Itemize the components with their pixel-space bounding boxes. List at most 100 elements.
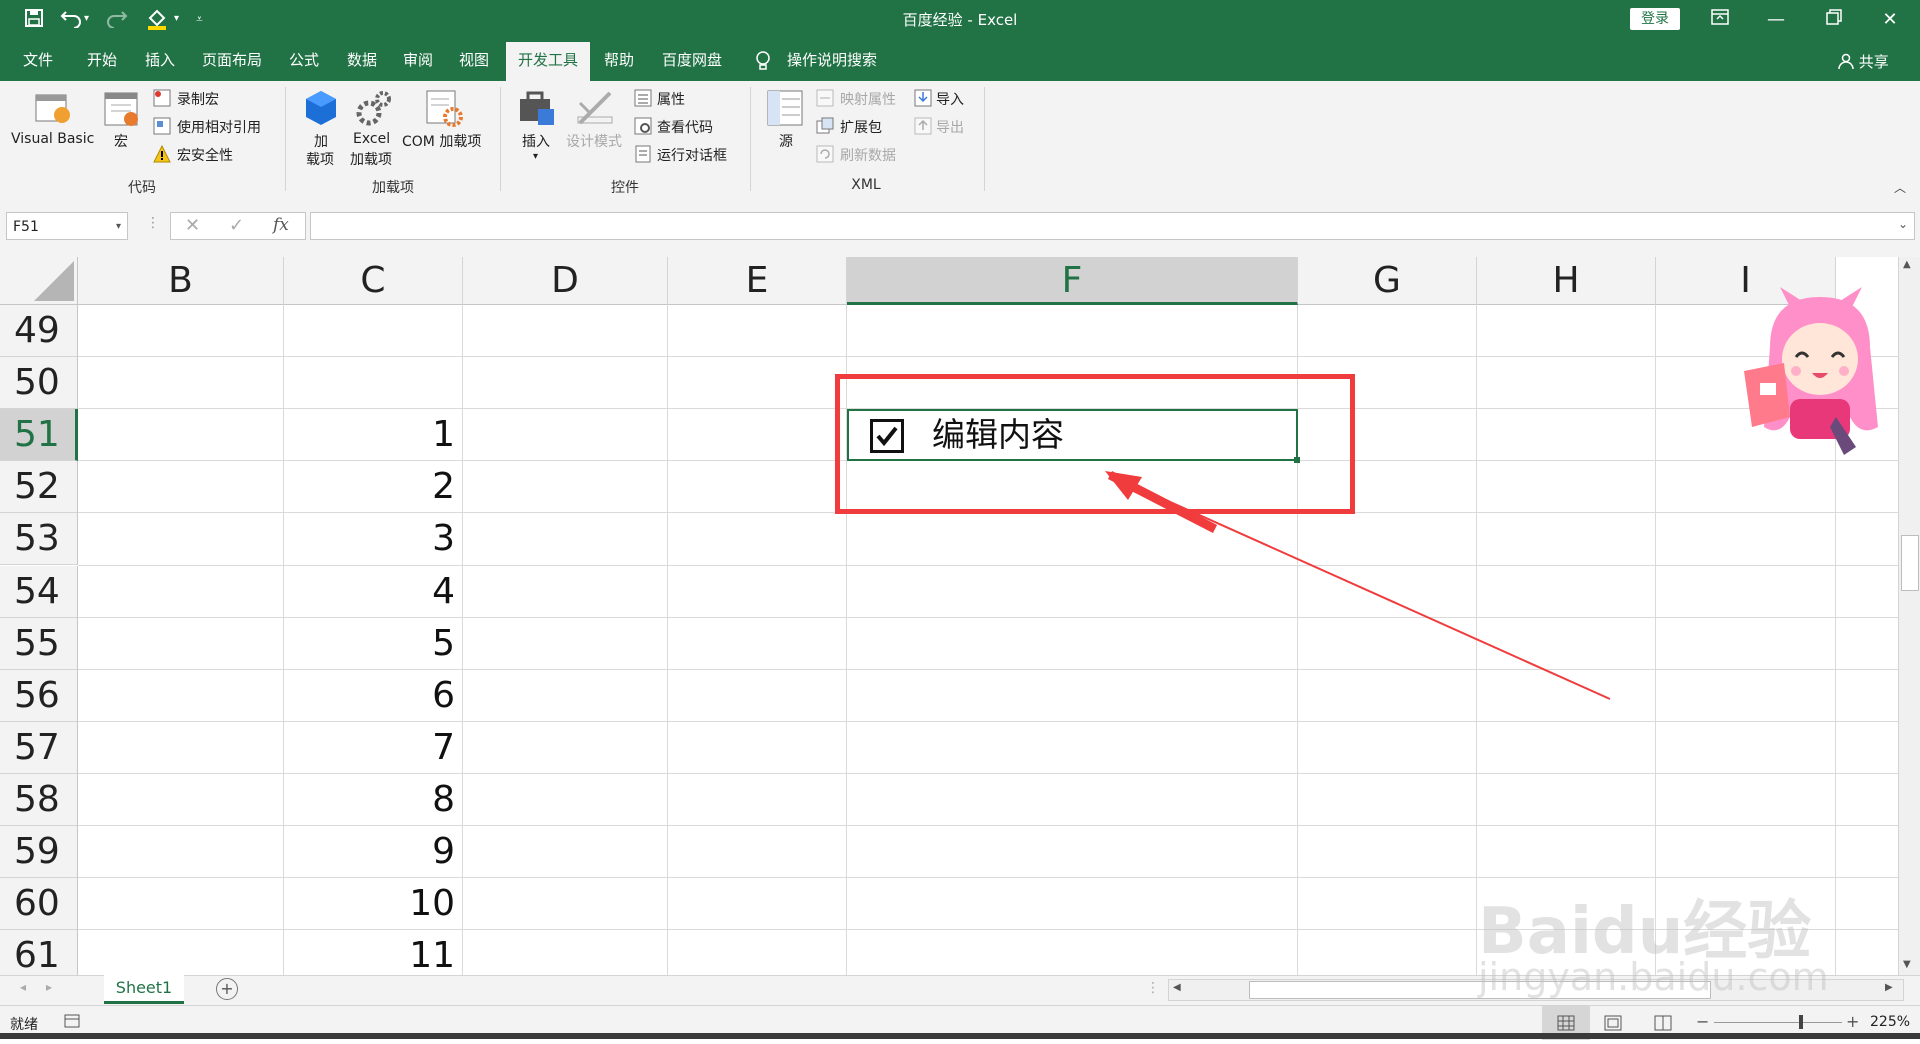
zoom-out-icon[interactable]: −	[1696, 1012, 1709, 1031]
refresh-data-label[interactable]: 刷新数据	[840, 145, 896, 165]
add-ins-icon[interactable]	[302, 89, 340, 127]
more-options-icon[interactable]: ⋮	[146, 215, 160, 231]
minimize-icon[interactable]: —	[1756, 6, 1796, 34]
scroll-right-icon[interactable]: ▶	[1885, 982, 1893, 993]
macro-security-label[interactable]: 宏安全性	[177, 145, 233, 165]
sheet-scroll-left-icon[interactable]: ◂	[20, 980, 26, 994]
scroll-left-icon[interactable]: ◀	[1173, 982, 1181, 993]
confirm-entry-icon[interactable]: ✓	[229, 215, 244, 236]
name-box-dropdown-icon[interactable]: ▾	[116, 213, 121, 241]
macros-icon[interactable]	[103, 91, 141, 129]
properties-icon[interactable]	[634, 89, 652, 107]
properties-label[interactable]: 属性	[657, 89, 685, 109]
formula-bar: F51 ▾ ⋮ ✕ ✓ fx ⌄	[0, 197, 1920, 257]
record-macro-icon[interactable]	[153, 89, 171, 107]
import-label[interactable]: 导入	[936, 89, 964, 109]
add-ins-label-1[interactable]: 加	[314, 131, 328, 151]
export-label[interactable]: 导出	[936, 117, 964, 137]
xml-source-icon[interactable]	[766, 89, 804, 127]
ribbon-tab-bar: 文件 开始 插入 页面布局 公式 数据 审阅 视图 开发工具 帮助 百度网盘 操…	[0, 40, 1920, 81]
warning-icon[interactable]	[153, 144, 171, 163]
login-button[interactable]: 登录	[1630, 8, 1680, 30]
expansion-packs-label[interactable]: 扩展包	[840, 117, 882, 137]
xml-source-label[interactable]: 源	[779, 131, 793, 151]
macros-label[interactable]: 宏	[114, 131, 128, 151]
add-ins-label-2[interactable]: 载项	[306, 149, 334, 169]
scroll-up-icon[interactable]: ▲	[1903, 259, 1911, 270]
tab-insert[interactable]: 插入	[134, 40, 186, 81]
tab-view[interactable]: 视图	[448, 40, 500, 81]
sheet-tab-sheet1[interactable]: Sheet1	[104, 975, 184, 1004]
zoom-in-icon[interactable]: +	[1846, 1012, 1859, 1031]
splitter-icon[interactable]: ⋮	[1146, 980, 1160, 996]
lightbulb-icon	[748, 40, 778, 81]
tab-help[interactable]: 帮助	[594, 40, 644, 81]
close-icon[interactable]: ✕	[1870, 6, 1910, 34]
formula-buttons: ✕ ✓ fx	[170, 212, 306, 240]
run-dialog-icon[interactable]	[634, 145, 652, 163]
view-code-icon[interactable]	[634, 117, 652, 135]
tab-formulas[interactable]: 公式	[278, 40, 330, 81]
tab-baidu-netdisk[interactable]: 百度网盘	[652, 40, 732, 81]
restore-icon[interactable]	[1814, 6, 1854, 34]
sheet-scroll-right-icon[interactable]: ▸	[46, 980, 52, 994]
tab-file[interactable]: 文件	[10, 40, 66, 81]
macro-record-status-icon[interactable]	[64, 1014, 80, 1032]
relative-reference-icon[interactable]	[153, 117, 171, 135]
record-macro-label[interactable]: 录制宏	[177, 89, 219, 109]
name-box-value: F51	[13, 219, 39, 235]
insert-controls-label[interactable]: 插入	[522, 131, 550, 151]
map-properties-icon[interactable]	[816, 89, 834, 107]
group-separator	[984, 87, 985, 191]
import-icon[interactable]	[914, 89, 932, 107]
zoom-level[interactable]: 225%	[1870, 1014, 1910, 1030]
formula-input[interactable]: ⌄	[310, 212, 1915, 240]
tab-developer[interactable]: 开发工具	[506, 40, 590, 81]
zoom-slider[interactable]	[1714, 1022, 1842, 1023]
tab-page-layout[interactable]: 页面布局	[196, 40, 268, 81]
com-add-ins-label[interactable]: COM 加载项	[402, 131, 481, 151]
add-sheet-icon[interactable]: +	[216, 978, 238, 1000]
insert-dropdown-icon[interactable]: ▾	[533, 151, 538, 162]
com-add-ins-icon[interactable]	[425, 89, 463, 127]
visual-basic-label[interactable]: Visual Basic	[11, 131, 94, 147]
tell-me-search[interactable]: 操作说明搜索	[782, 40, 882, 81]
page-break-view-icon[interactable]	[1654, 1015, 1672, 1035]
view-code-label[interactable]: 查看代码	[657, 117, 713, 137]
excel-add-ins-label-2[interactable]: 加载项	[350, 149, 392, 169]
excel-add-ins-icon[interactable]	[355, 89, 393, 127]
expansion-packs-icon[interactable]	[816, 117, 834, 135]
page-layout-view-icon[interactable]	[1604, 1015, 1622, 1035]
map-properties-label[interactable]: 映射属性	[840, 89, 896, 109]
tab-review[interactable]: 审阅	[392, 40, 444, 81]
design-mode-icon[interactable]	[576, 89, 614, 127]
visual-basic-icon[interactable]	[34, 89, 72, 127]
group-code-label: 代码	[128, 180, 156, 196]
annotation-arrow-icon	[1105, 470, 1611, 700]
ribbon-display-icon[interactable]	[1700, 6, 1740, 34]
cancel-entry-icon[interactable]: ✕	[185, 215, 200, 236]
share-button[interactable]: 共享	[1838, 51, 1889, 72]
tab-data[interactable]: 数据	[336, 40, 388, 81]
vertical-scrollbar[interactable]: ▲ ▼	[1898, 257, 1920, 975]
person-icon	[1838, 53, 1854, 70]
zoom-slider-thumb[interactable]	[1799, 1015, 1803, 1029]
collapse-ribbon-icon[interactable]: ︿	[1894, 179, 1906, 196]
name-box[interactable]: F51 ▾	[6, 212, 128, 240]
group-separator	[750, 87, 751, 191]
expand-formula-icon[interactable]: ⌄	[1898, 217, 1908, 231]
insert-controls-icon[interactable]	[518, 89, 556, 127]
excel-add-ins-label-1[interactable]: Excel	[353, 131, 390, 147]
refresh-data-icon[interactable]	[816, 145, 834, 163]
vertical-scroll-thumb[interactable]	[1901, 535, 1919, 591]
scroll-down-icon[interactable]: ▼	[1903, 959, 1911, 970]
run-dialog-label[interactable]: 运行对话框	[657, 145, 727, 165]
ribbon: Visual Basic 宏 录制宏 使用相对引用 宏安全性 代码 加 载项 E…	[0, 81, 1920, 198]
relative-reference-label[interactable]: 使用相对引用	[177, 117, 261, 137]
export-icon[interactable]	[914, 117, 932, 135]
tab-home[interactable]: 开始	[76, 40, 128, 81]
insert-function-icon[interactable]: fx	[273, 215, 289, 235]
group-separator	[285, 87, 286, 191]
worksheet-grid[interactable]: BCDEFGHI 49 50 51 52 53 54 55 56 57 58 59 60 61 1234…	[0, 257, 1898, 975]
design-mode-label[interactable]: 设计模式	[566, 131, 622, 151]
